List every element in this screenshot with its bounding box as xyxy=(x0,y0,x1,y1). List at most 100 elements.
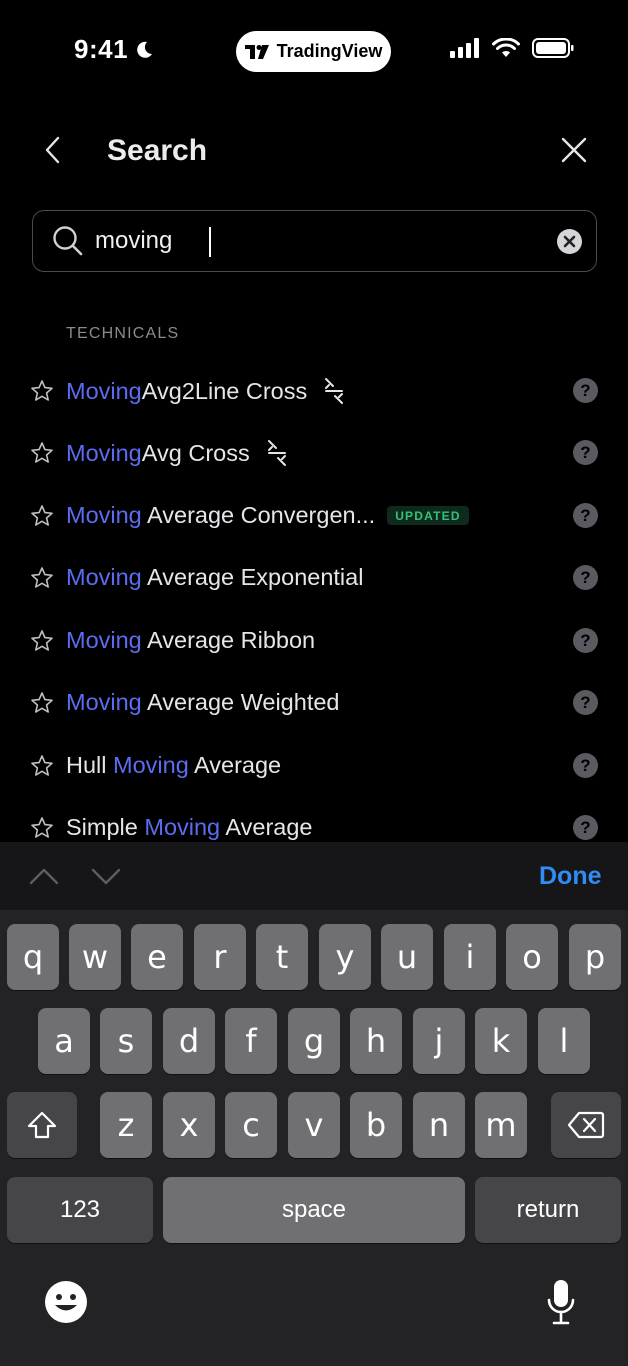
result-name: Hull Moving Average xyxy=(66,752,281,779)
result-highlight: Moving xyxy=(66,564,142,590)
help-icon[interactable]: ? xyxy=(573,378,598,403)
key-j[interactable]: j xyxy=(413,1008,465,1074)
results-list: Moving Avg2Line Cross ? Moving Avg Cross ?… xyxy=(0,360,628,842)
result-name: Moving Average Weighted xyxy=(66,689,340,716)
result-name: Moving Avg2Line Cross xyxy=(66,377,345,405)
key-x[interactable]: x xyxy=(163,1092,215,1158)
sparkle-icon xyxy=(267,440,286,466)
updated-badge: UPDATED xyxy=(387,506,469,525)
result-rest: Average xyxy=(188,752,282,778)
search-field[interactable] xyxy=(32,210,597,272)
result-prefix: Hull xyxy=(66,752,114,778)
shift-icon xyxy=(27,1111,57,1139)
star-icon[interactable] xyxy=(30,629,54,653)
list-item[interactable]: Moving Average Weighted ? xyxy=(0,672,628,734)
result-highlight: Moving xyxy=(66,502,142,528)
space-key[interactable]: space xyxy=(163,1177,465,1243)
result-highlight: Moving xyxy=(66,439,142,466)
list-item[interactable]: Moving Average Exponential ? xyxy=(0,547,628,609)
back-chevron-icon[interactable] xyxy=(40,134,66,166)
app-pill-label: TradingView xyxy=(276,41,383,61)
result-highlight: Moving xyxy=(66,689,142,715)
tradingview-logo-icon xyxy=(244,44,269,59)
keyboard: q w e r t y u i o p a s d f g h j k l z … xyxy=(0,910,628,1366)
key-m[interactable]: m xyxy=(475,1092,527,1158)
key-b[interactable]: b xyxy=(350,1092,402,1158)
result-highlight: Moving xyxy=(113,752,189,778)
star-icon[interactable] xyxy=(30,504,54,528)
key-k[interactable]: k xyxy=(475,1008,527,1074)
key-y[interactable]: y xyxy=(319,924,371,990)
key-l[interactable]: l xyxy=(538,1008,590,1074)
delete-key[interactable] xyxy=(551,1092,621,1158)
text-caret xyxy=(209,227,211,257)
moon-icon xyxy=(137,41,153,58)
help-icon[interactable]: ? xyxy=(573,440,598,465)
tradingview-pill[interactable]: TradingView xyxy=(236,31,391,72)
help-icon[interactable]: ? xyxy=(573,565,598,590)
help-icon[interactable]: ? xyxy=(573,628,598,653)
list-item[interactable]: Moving Average Convergen... UPDATED ? xyxy=(0,485,628,547)
numbers-key[interactable]: 123 xyxy=(7,1177,153,1243)
star-icon[interactable] xyxy=(30,816,54,840)
result-rest: Average Ribbon xyxy=(141,627,316,653)
help-icon[interactable]: ? xyxy=(573,753,598,778)
help-icon[interactable]: ? xyxy=(573,503,598,528)
key-n[interactable]: n xyxy=(413,1092,465,1158)
list-item[interactable]: Moving Avg2Line Cross ? xyxy=(0,360,628,422)
status-time-text: 9:41 xyxy=(74,34,129,64)
result-rest: Average Exponential xyxy=(141,564,364,590)
key-t[interactable]: t xyxy=(256,924,308,990)
chevron-down-icon[interactable] xyxy=(90,864,122,888)
result-name: Simple Moving Average xyxy=(66,814,312,841)
key-o[interactable]: o xyxy=(506,924,558,990)
done-button[interactable]: Done xyxy=(539,862,602,891)
result-rest: Average Convergen... xyxy=(141,502,376,528)
star-icon[interactable] xyxy=(30,379,54,403)
key-s[interactable]: s xyxy=(100,1008,152,1074)
key-i[interactable]: i xyxy=(444,924,496,990)
search-input[interactable] xyxy=(95,221,535,261)
key-c[interactable]: c xyxy=(225,1092,277,1158)
star-icon[interactable] xyxy=(30,754,54,778)
delete-icon xyxy=(567,1111,605,1139)
key-f[interactable]: f xyxy=(225,1008,277,1074)
key-q[interactable]: q xyxy=(7,924,59,990)
help-icon[interactable]: ? xyxy=(573,815,598,840)
key-d[interactable]: d xyxy=(163,1008,215,1074)
result-name: Moving Average Ribbon xyxy=(66,627,315,654)
key-e[interactable]: e xyxy=(131,924,183,990)
star-icon[interactable] xyxy=(30,566,54,590)
clear-icon[interactable] xyxy=(556,228,583,255)
key-w[interactable]: w xyxy=(69,924,121,990)
mic-icon[interactable] xyxy=(546,1278,576,1326)
list-item[interactable]: Hull Moving Average ? xyxy=(0,735,628,797)
shift-key[interactable] xyxy=(7,1092,77,1158)
key-g[interactable]: g xyxy=(288,1008,340,1074)
help-icon[interactable]: ? xyxy=(573,690,598,715)
page-title: Search xyxy=(107,134,208,167)
key-z[interactable]: z xyxy=(100,1092,152,1158)
close-icon[interactable] xyxy=(560,136,588,164)
star-icon[interactable] xyxy=(30,691,54,715)
chevron-up-icon[interactable] xyxy=(28,864,60,888)
return-key[interactable]: return xyxy=(475,1177,621,1243)
key-p[interactable]: p xyxy=(569,924,621,990)
list-item[interactable]: Moving Average Ribbon ? xyxy=(0,610,628,672)
key-a[interactable]: a xyxy=(38,1008,90,1074)
result-highlight: Moving xyxy=(66,627,142,653)
keyboard-accessory-bar: Done xyxy=(0,842,628,910)
result-rest: Avg2Line Cross xyxy=(141,377,308,404)
result-name: Moving Average Convergen... UPDATED xyxy=(66,502,469,529)
star-icon[interactable] xyxy=(30,441,54,465)
result-rest: Average Weighted xyxy=(141,689,340,715)
key-u[interactable]: u xyxy=(381,924,433,990)
key-v[interactable]: v xyxy=(288,1092,340,1158)
emoji-icon[interactable] xyxy=(44,1280,88,1324)
search-icon xyxy=(53,226,83,256)
key-r[interactable]: r xyxy=(194,924,246,990)
result-rest: Avg Cross xyxy=(141,439,250,466)
list-item[interactable]: Moving Avg Cross ? xyxy=(0,422,628,484)
key-h[interactable]: h xyxy=(350,1008,402,1074)
list-item[interactable]: Simple Moving Average ? xyxy=(0,797,628,842)
